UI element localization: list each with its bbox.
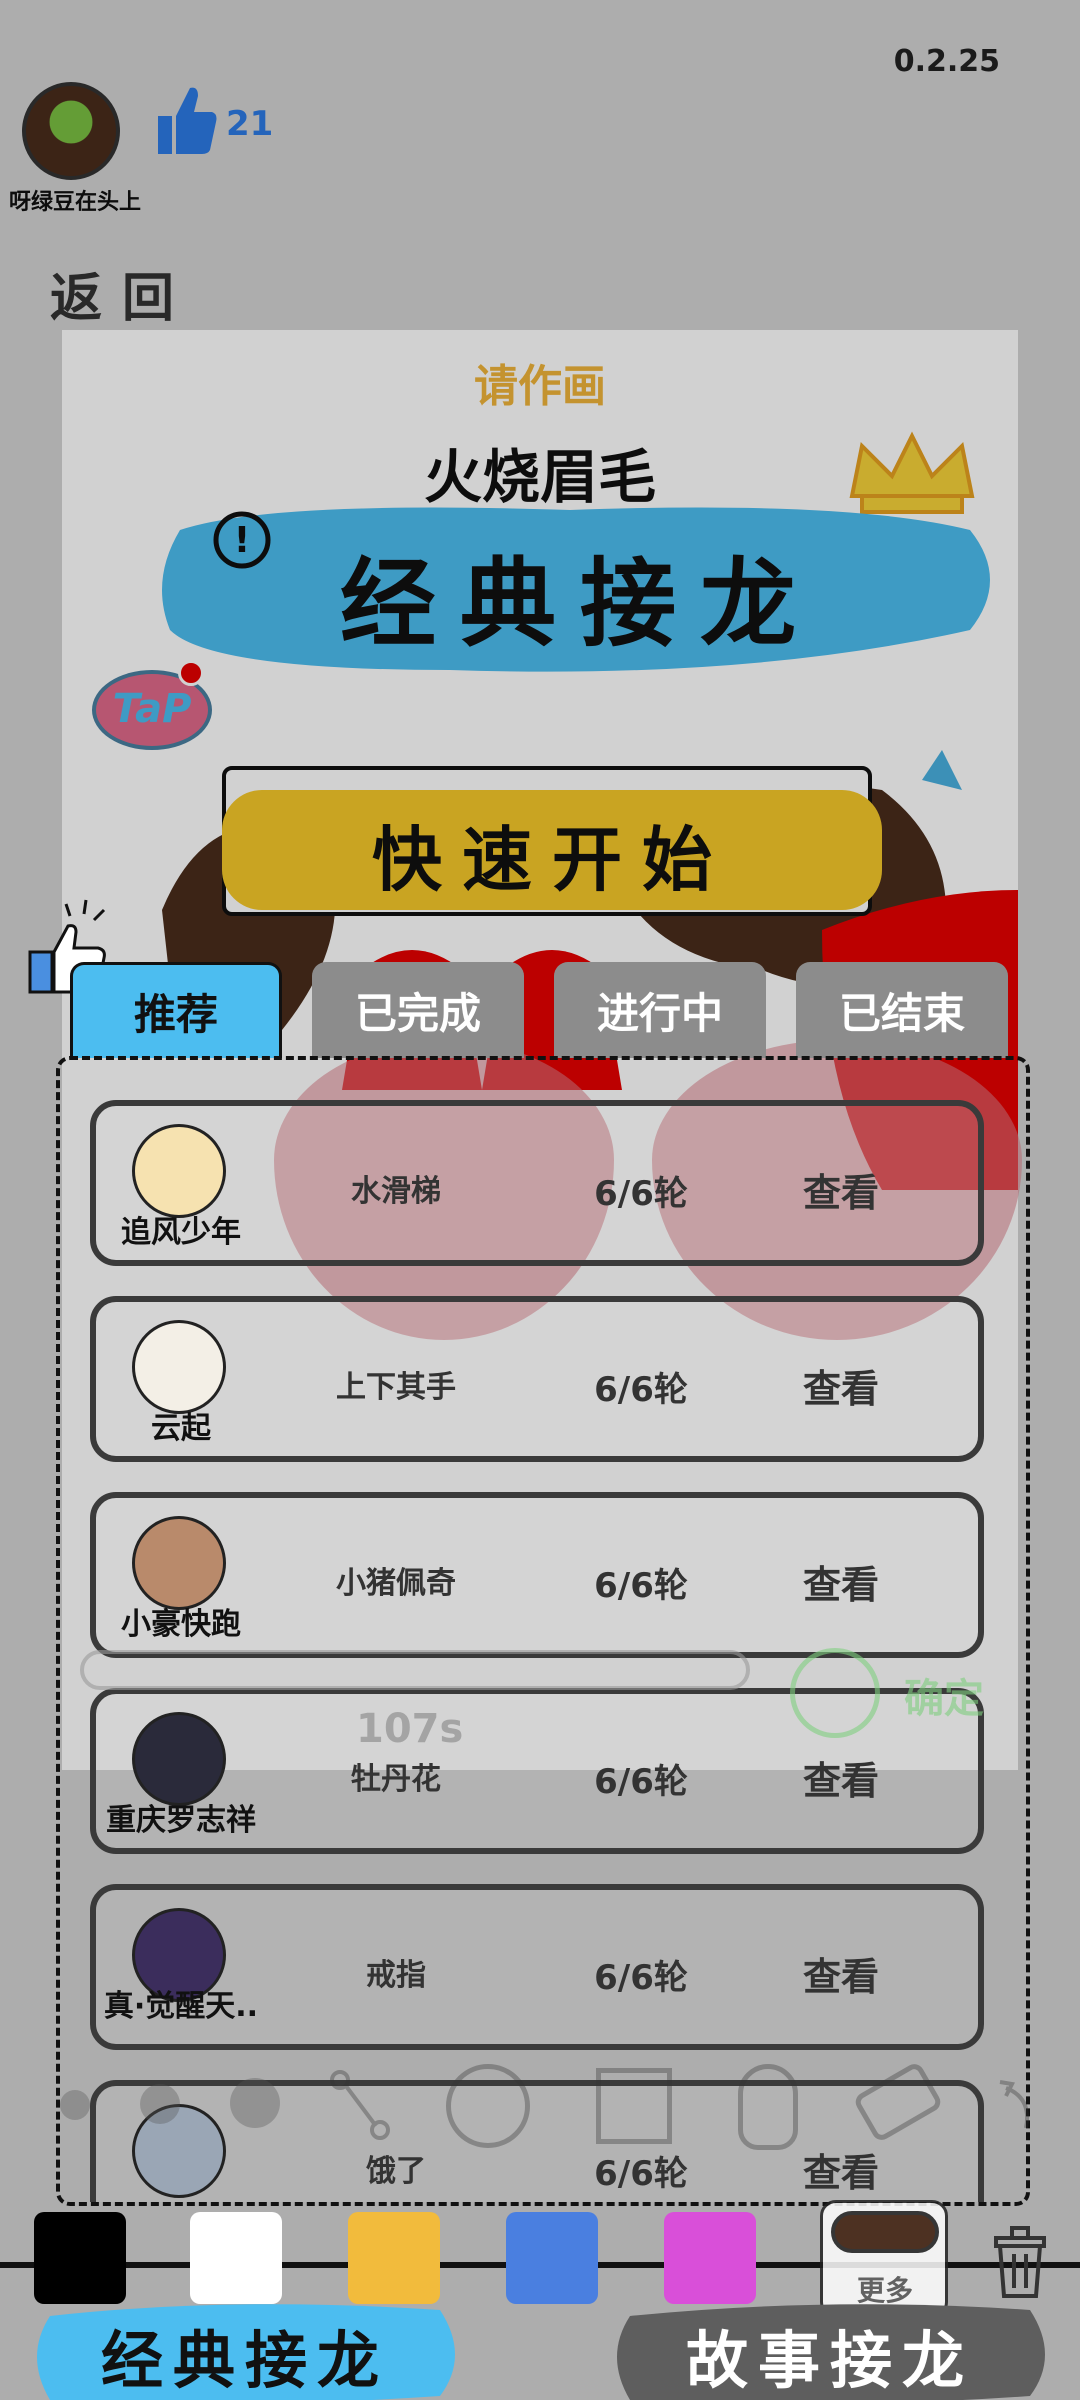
player-avatar <box>132 1124 226 1218</box>
list-item[interactable]: 真·觉醒天.. 戒指 6/6轮 查看 <box>90 1884 984 2050</box>
player-avatar <box>132 1320 226 1414</box>
mode-story-button[interactable]: 故事接龙 <box>610 2296 1050 2400</box>
view-button[interactable]: 查看 <box>776 1162 906 1217</box>
prompt-word-cell: 水滑梯 <box>351 1174 441 1209</box>
player-avatar <box>132 1516 226 1610</box>
mode-classic-button[interactable]: 经典接龙 <box>30 2296 460 2400</box>
mode-story-label: 故事接龙 <box>685 2324 974 2397</box>
round-count: 6/6轮 <box>594 1762 688 1802</box>
color-swatch-blue[interactable] <box>506 2212 598 2304</box>
rectangle-tool-icon[interactable] <box>596 2068 672 2144</box>
round-count: 6/6轮 <box>594 1566 688 1606</box>
color-swatch-white[interactable] <box>190 2212 282 2304</box>
prompt-word-cell: 牡丹花 <box>351 1762 441 1797</box>
countdown-timer: 107s <box>356 1706 464 1752</box>
color-swatch-purple[interactable] <box>664 2212 756 2304</box>
tab-ended[interactable]: 已结束 <box>796 962 1008 1058</box>
view-button[interactable]: 查看 <box>776 1554 906 1609</box>
player-avatar <box>132 1712 226 1806</box>
round-count: 6/6轮 <box>594 1174 688 1214</box>
line-tool-icon[interactable] <box>330 2070 390 2140</box>
round-count: 6/6轮 <box>594 1370 688 1410</box>
view-button[interactable]: 查看 <box>776 1946 906 2001</box>
prompt-word-cell: 小猪佩奇 <box>336 1566 456 1601</box>
round-count: 6/6轮 <box>594 2154 688 2194</box>
brush-size-small-icon[interactable] <box>60 2090 90 2120</box>
circle-tool-icon[interactable] <box>446 2064 530 2148</box>
fill-bucket-icon[interactable] <box>738 2064 798 2150</box>
mode-classic-label: 经典接龙 <box>100 2324 389 2397</box>
list-item[interactable]: 小豪快跑 小猪佩奇 6/6轮 查看 <box>90 1492 984 1658</box>
tab-completed[interactable]: 已完成 <box>312 962 524 1058</box>
round-count: 6/6轮 <box>594 1958 688 1998</box>
view-button[interactable]: 查看 <box>776 1750 906 1805</box>
list-item[interactable]: 追风少年 水滑梯 6/6轮 查看 <box>90 1100 984 1266</box>
brush-size-medium-icon[interactable] <box>140 2084 180 2124</box>
trash-icon[interactable] <box>990 2224 1050 2300</box>
tab-recommended[interactable]: 推荐 <box>70 962 282 1058</box>
tab-in-progress[interactable]: 进行中 <box>554 962 766 1058</box>
player-name: 真·觉醒天.. <box>103 1989 259 2024</box>
view-button[interactable]: 查看 <box>776 1358 906 1413</box>
prompt-word-cell: 上下其手 <box>336 1370 456 1405</box>
checkmark-icon[interactable] <box>790 1648 880 1738</box>
view-button[interactable]: 查看 <box>776 2142 906 2197</box>
confirm-button[interactable]: 确定 <box>904 1666 984 1724</box>
color-swatch-yellow[interactable] <box>348 2212 440 2304</box>
game-list-panel[interactable]: 追风少年 水滑梯 6/6轮 查看 云起 上下其手 6/6轮 查看 小豪快跑 小猪… <box>56 1056 1030 2206</box>
list-item[interactable]: 云起 上下其手 6/6轮 查看 <box>90 1296 984 1462</box>
current-color-pill <box>831 2211 939 2253</box>
color-swatch-black[interactable] <box>34 2212 126 2304</box>
player-avatar <box>132 1908 226 2002</box>
list-item[interactable]: 饿了 6/6轮 查看 <box>90 2080 984 2202</box>
player-name: 重庆罗志祥 <box>106 1803 256 1838</box>
prompt-word-cell: 饿了 <box>366 2154 426 2189</box>
undo-icon[interactable] <box>996 2078 1036 2138</box>
player-name: 追风少年 <box>121 1215 241 1250</box>
player-name: 小豪快跑 <box>121 1607 241 1642</box>
prompt-word-cell: 戒指 <box>366 1958 426 1993</box>
audio-wave-bar <box>80 1650 750 1690</box>
brush-size-large-icon[interactable] <box>230 2078 280 2128</box>
player-name: 云起 <box>151 1411 211 1446</box>
